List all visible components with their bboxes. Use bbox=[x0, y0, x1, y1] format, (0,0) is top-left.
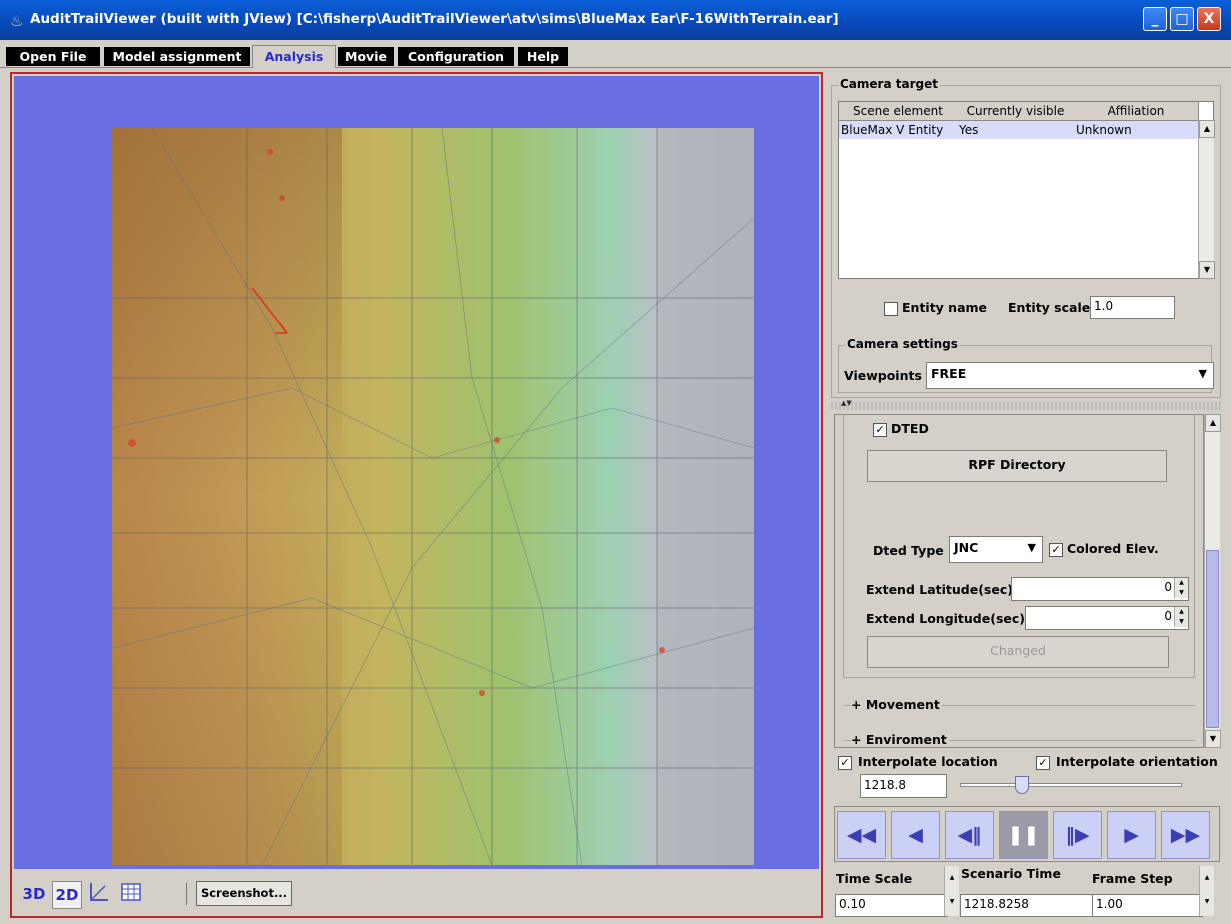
table-cell-scene-element[interactable]: BlueMax V Entity bbox=[839, 121, 957, 139]
colored-elev-label: Colored Elev. bbox=[1067, 541, 1159, 556]
extend-latitude-value: 0 bbox=[1164, 580, 1172, 594]
dted-type-value: JNC bbox=[954, 540, 979, 555]
chart-icon[interactable] bbox=[86, 881, 112, 907]
frame-forward-button[interactable]: ‖▶ bbox=[1053, 811, 1102, 859]
dted-type-label: Dted Type bbox=[873, 543, 944, 558]
extend-longitude-label: Extend Longitude(sec) bbox=[866, 611, 1025, 626]
tab-help[interactable]: Help bbox=[518, 47, 568, 66]
frame-step-spinner[interactable]: ▲ ▼ bbox=[1199, 866, 1214, 916]
interpolate-orientation-label: Interpolate orientation bbox=[1056, 754, 1218, 769]
java-cup-icon: ♨ bbox=[10, 12, 24, 30]
frame-back-button[interactable]: ◀‖ bbox=[945, 811, 994, 859]
tab-strip: Open File Model assignment Analysis Movi… bbox=[0, 40, 1231, 68]
extend-latitude-label: Extend Latitude(sec) bbox=[866, 582, 1013, 597]
toolbar-separator bbox=[186, 883, 187, 905]
environment-expander[interactable]: + Enviroment bbox=[851, 732, 949, 747]
scenario-time-label: Scenario Time bbox=[961, 866, 1061, 881]
scroll-down-icon[interactable]: ▼ bbox=[1199, 261, 1215, 279]
screenshot-button[interactable]: Screenshot... bbox=[196, 881, 292, 906]
minimize-button[interactable]: _ bbox=[1143, 7, 1167, 31]
extend-latitude-input[interactable]: 0 ▲ ▼ bbox=[1011, 577, 1189, 601]
tab-open-file[interactable]: Open File bbox=[6, 47, 100, 66]
chevron-down-icon: ▼ bbox=[1027, 541, 1036, 554]
skip-to-end-button[interactable]: ▶▶ bbox=[1161, 811, 1210, 859]
interpolate-location-label: Interpolate location bbox=[858, 754, 998, 769]
table-icon[interactable] bbox=[118, 881, 144, 907]
scroll-up-icon[interactable]: ▲ bbox=[1205, 414, 1221, 432]
dted-type-select[interactable]: JNC ▼ bbox=[949, 536, 1043, 563]
movement-expander[interactable]: + Movement bbox=[851, 697, 942, 712]
table-scrollbar[interactable]: ▲ ▼ bbox=[1198, 120, 1215, 279]
step-back-button[interactable]: ◀ bbox=[891, 811, 940, 859]
table-cell-affiliation[interactable]: Unknown bbox=[1074, 121, 1198, 139]
dted-checkbox[interactable]: ✓ bbox=[873, 423, 887, 437]
entity-scale-label: Entity scale bbox=[1008, 300, 1091, 315]
entity-name-label: Entity name bbox=[902, 300, 988, 315]
colored-elev-checkbox[interactable]: ✓ bbox=[1049, 543, 1063, 557]
panel-splitter[interactable]: ▲▼ bbox=[831, 399, 1221, 410]
time-input[interactable]: 1218.8 bbox=[860, 774, 947, 798]
camera-settings-label: Camera settings bbox=[845, 337, 960, 351]
tab-configuration[interactable]: Configuration bbox=[398, 47, 514, 66]
terrain-map-image bbox=[112, 128, 754, 865]
viewpoints-label: Viewpoints bbox=[844, 368, 922, 383]
viewpoints-select[interactable]: FREE ▼ bbox=[926, 362, 1214, 389]
tab-model-assignment[interactable]: Model assignment bbox=[104, 47, 250, 66]
title-bar: ♨ AuditTrailViewer (built with JView) [C… bbox=[0, 0, 1231, 40]
time-slider[interactable] bbox=[960, 776, 1182, 794]
view-2d-button[interactable]: 2D bbox=[52, 881, 82, 909]
scroll-up-icon[interactable]: ▲ bbox=[1199, 120, 1215, 138]
chevron-down-icon: ▼ bbox=[1198, 367, 1207, 380]
column-header-currently-visible[interactable]: Currently visible bbox=[957, 102, 1075, 121]
skip-to-start-button[interactable]: ◀◀ bbox=[837, 811, 886, 859]
play-button[interactable]: ▶ bbox=[1107, 811, 1156, 859]
window-title: AuditTrailViewer (built with JView) [C:\… bbox=[30, 11, 839, 27]
camera-target-table: Scene element Currently visible Affiliat… bbox=[838, 101, 1215, 279]
scene-canvas[interactable] bbox=[14, 76, 819, 869]
rpf-directory-button[interactable]: RPF Directory bbox=[867, 450, 1167, 482]
frame-step-input[interactable]: 1.00 bbox=[1092, 894, 1203, 917]
entity-scale-input[interactable]: 1.0 bbox=[1090, 296, 1175, 319]
column-header-affiliation[interactable]: Affiliation bbox=[1074, 102, 1199, 121]
interpolate-location-checkbox[interactable]: ✓ bbox=[838, 756, 852, 770]
scene-viewport: 3D 2D Screenshot... bbox=[10, 72, 823, 918]
slider-thumb[interactable] bbox=[1015, 776, 1029, 794]
view-3d-button[interactable]: 3D bbox=[20, 881, 48, 907]
column-header-scene-element[interactable]: Scene element bbox=[839, 102, 958, 121]
tab-movie[interactable]: Movie bbox=[338, 47, 394, 66]
frame-step-label: Frame Step bbox=[1092, 871, 1173, 886]
extend-longitude-input[interactable]: 0 ▲ ▼ bbox=[1025, 606, 1189, 630]
time-scale-input[interactable]: 0.10 bbox=[835, 894, 948, 917]
dted-label: DTED bbox=[891, 421, 929, 436]
maximize-button[interactable]: □ bbox=[1170, 7, 1194, 31]
splitter-arrows-icon: ▲▼ bbox=[841, 399, 852, 407]
scenario-time-input[interactable]: 1218.8258 bbox=[960, 894, 1093, 917]
camera-target-label: Camera target bbox=[838, 77, 940, 91]
viewpoints-value: FREE bbox=[931, 366, 967, 381]
pause-button[interactable]: ❚❚ bbox=[999, 811, 1048, 859]
terrain-map[interactable] bbox=[112, 128, 754, 865]
scrollbar-thumb[interactable] bbox=[1206, 550, 1219, 728]
terrain-settings-panel: ✓ DTED RPF Directory Dted Type JNC ▼ ✓ C… bbox=[834, 414, 1204, 748]
terrain-scrollbar[interactable]: ▲ ▼ bbox=[1204, 414, 1221, 748]
close-button[interactable]: X bbox=[1197, 7, 1221, 31]
tab-analysis[interactable]: Analysis bbox=[252, 45, 336, 68]
changed-button[interactable]: Changed bbox=[867, 636, 1169, 668]
extend-longitude-value: 0 bbox=[1164, 609, 1172, 623]
entity-name-checkbox[interactable] bbox=[884, 302, 898, 316]
time-scale-label: Time Scale bbox=[836, 871, 913, 886]
time-scale-spinner[interactable]: ▲ ▼ bbox=[944, 866, 959, 916]
interpolate-orientation-checkbox[interactable]: ✓ bbox=[1036, 756, 1050, 770]
scroll-down-icon[interactable]: ▼ bbox=[1205, 730, 1221, 748]
viewport-toolbar: 3D 2D Screenshot... bbox=[14, 869, 819, 915]
longitude-spinner[interactable]: ▲ ▼ bbox=[1174, 607, 1188, 627]
table-cell-visible[interactable]: Yes bbox=[957, 121, 1074, 139]
latitude-spinner[interactable]: ▲ ▼ bbox=[1174, 578, 1188, 598]
